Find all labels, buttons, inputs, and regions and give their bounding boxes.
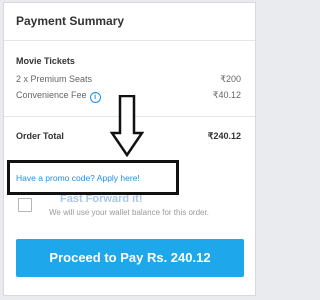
page-title: Payment Summary [16, 14, 125, 28]
fee-label-group: Convenience Fee i [16, 90, 101, 103]
total-value: ₹240.12 [207, 131, 241, 141]
wallet-checkbox[interactable] [18, 198, 32, 212]
wallet-option: Fast Forward it! We will use your wallet… [16, 193, 251, 221]
proceed-to-pay-button[interactable]: Proceed to Pay Rs. 240.12 [16, 239, 244, 277]
wallet-description: We will use your wallet balance for this… [49, 208, 209, 217]
seats-label: 2 x Premium Seats [16, 74, 93, 84]
info-icon[interactable]: i [89, 92, 101, 103]
seats-value: ₹200 [220, 74, 241, 84]
card-header: Payment Summary [4, 3, 255, 41]
fee-value: ₹40.12 [212, 90, 241, 100]
fee-label: Convenience Fee [16, 90, 87, 100]
promo-code-link[interactable]: Have a promo code? Apply here! [16, 173, 140, 183]
total-label: Order Total [16, 131, 64, 141]
down-arrow-icon [110, 95, 144, 157]
promo-highlight-box: Have a promo code? Apply here! [7, 160, 179, 195]
section-label-movie-tickets: Movie Tickets [16, 56, 75, 66]
line-item-seats: 2 x Premium Seats ₹200 [16, 74, 241, 88]
